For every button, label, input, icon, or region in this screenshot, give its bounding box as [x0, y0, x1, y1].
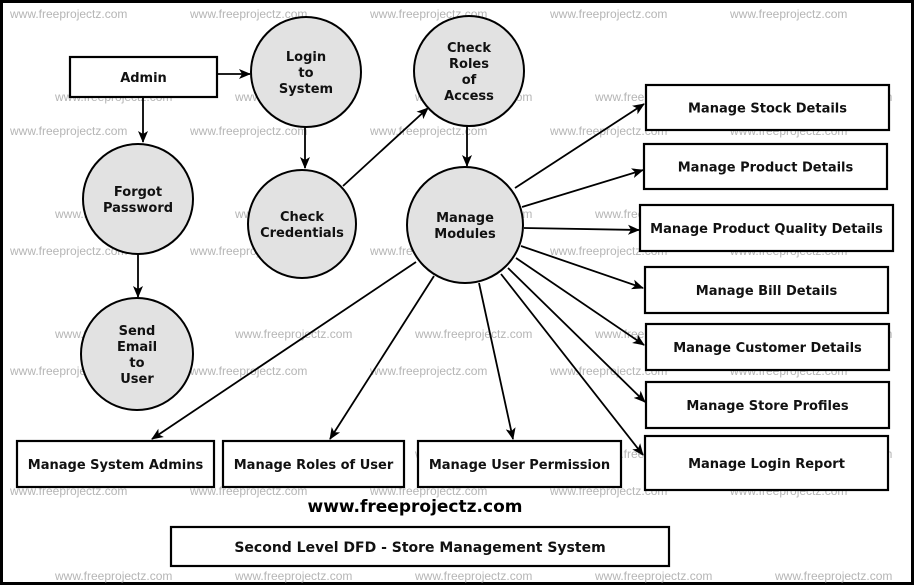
process-label: of — [462, 73, 477, 88]
watermark-text: www.freeprojectz.com — [414, 569, 532, 583]
entity-label: Manage Login Report — [688, 457, 845, 472]
entity-label: Manage Store Profiles — [686, 399, 848, 414]
entity-loginreport: Manage Login Report — [643, 434, 890, 492]
process-label: Email — [117, 340, 157, 355]
process-label: Roles — [449, 57, 489, 72]
watermark-text: www.freeprojectz.com — [774, 569, 892, 583]
watermark-text: www.freeprojectz.com — [189, 124, 307, 138]
process-forgot: ForgotPassword — [82, 143, 194, 255]
entity-customer: Manage Customer Details — [644, 322, 891, 372]
entity-label: Manage Stock Details — [688, 102, 847, 117]
process-credentials: CheckCredentials — [247, 169, 357, 279]
entity-bill: Manage Bill Details — [643, 265, 890, 315]
entity-store: Manage Store Profiles — [644, 380, 891, 430]
watermark-text: www.freeprojectz.com — [369, 364, 487, 378]
entity-label: Manage User Permission — [429, 458, 610, 473]
watermark-text: www.freeprojectz.com — [9, 7, 127, 21]
watermark-text: www.freeprojectz.com — [729, 7, 847, 21]
process-label: System — [279, 82, 333, 97]
entity-permission: Manage User Permission — [416, 439, 623, 489]
entity-roles: Manage Roles of User — [221, 439, 406, 489]
process-modules: ManageModules — [406, 166, 524, 284]
watermark-text: www.freeprojectz.com — [414, 327, 532, 341]
entity-label: Manage Product Quality Details — [650, 222, 883, 237]
dfd-diagram: www.freeprojectz.com www.freeprojectz.com… — [0, 0, 914, 585]
entity-label: Manage Bill Details — [696, 284, 838, 299]
watermark-text: www.freeprojectz.com — [234, 327, 352, 341]
entity-label: Manage Product Details — [678, 161, 854, 176]
process-label: User — [120, 372, 154, 387]
watermark-text: www.freeprojectz.com — [594, 569, 712, 583]
process-label: Credentials — [260, 226, 344, 241]
entity-stock: Manage Stock Details — [644, 83, 891, 132]
watermark-text: www.freeprojectz.com — [54, 569, 172, 583]
process-label: Check — [280, 210, 324, 225]
process-label: Modules — [434, 227, 496, 242]
watermark-text: www.freeprojectz.com — [549, 7, 667, 21]
process-label: Password — [103, 201, 173, 216]
entity-product: Manage Product Details — [642, 142, 889, 191]
process-label: Send — [119, 324, 156, 339]
entity-label: Manage Customer Details — [673, 341, 862, 356]
watermark-text: www.freeprojectz.com — [234, 569, 352, 583]
entity-quality: Manage Product Quality Details — [638, 203, 895, 253]
process-label: Forgot — [114, 185, 162, 200]
entity-sysadmins: Manage System Admins — [15, 439, 216, 489]
entity-label: Manage System Admins — [28, 458, 204, 473]
entity-admin: Admin — [68, 55, 219, 99]
process-checkroles: CheckRolesofAccess — [413, 15, 525, 127]
process-label: Manage — [436, 211, 494, 226]
process-label: Login — [286, 50, 326, 65]
process-label: Check — [447, 41, 491, 56]
website-label: www.freeprojectz.com — [308, 497, 523, 517]
process-sendemail: SendEmailtoUser — [80, 297, 194, 411]
watermark-text: www.freeprojectz.com — [9, 124, 127, 138]
entity-label: Manage Roles of User — [234, 458, 394, 473]
process-label: to — [129, 356, 144, 371]
process-label: Access — [444, 89, 494, 104]
process-login: LogintoSystem — [250, 16, 362, 128]
watermark-text: www.freeprojectz.com — [189, 364, 307, 378]
entity-label: Admin — [120, 71, 167, 86]
diagram-title: Second Level DFD - Store Management Syst… — [234, 540, 605, 556]
process-label: to — [298, 66, 313, 81]
